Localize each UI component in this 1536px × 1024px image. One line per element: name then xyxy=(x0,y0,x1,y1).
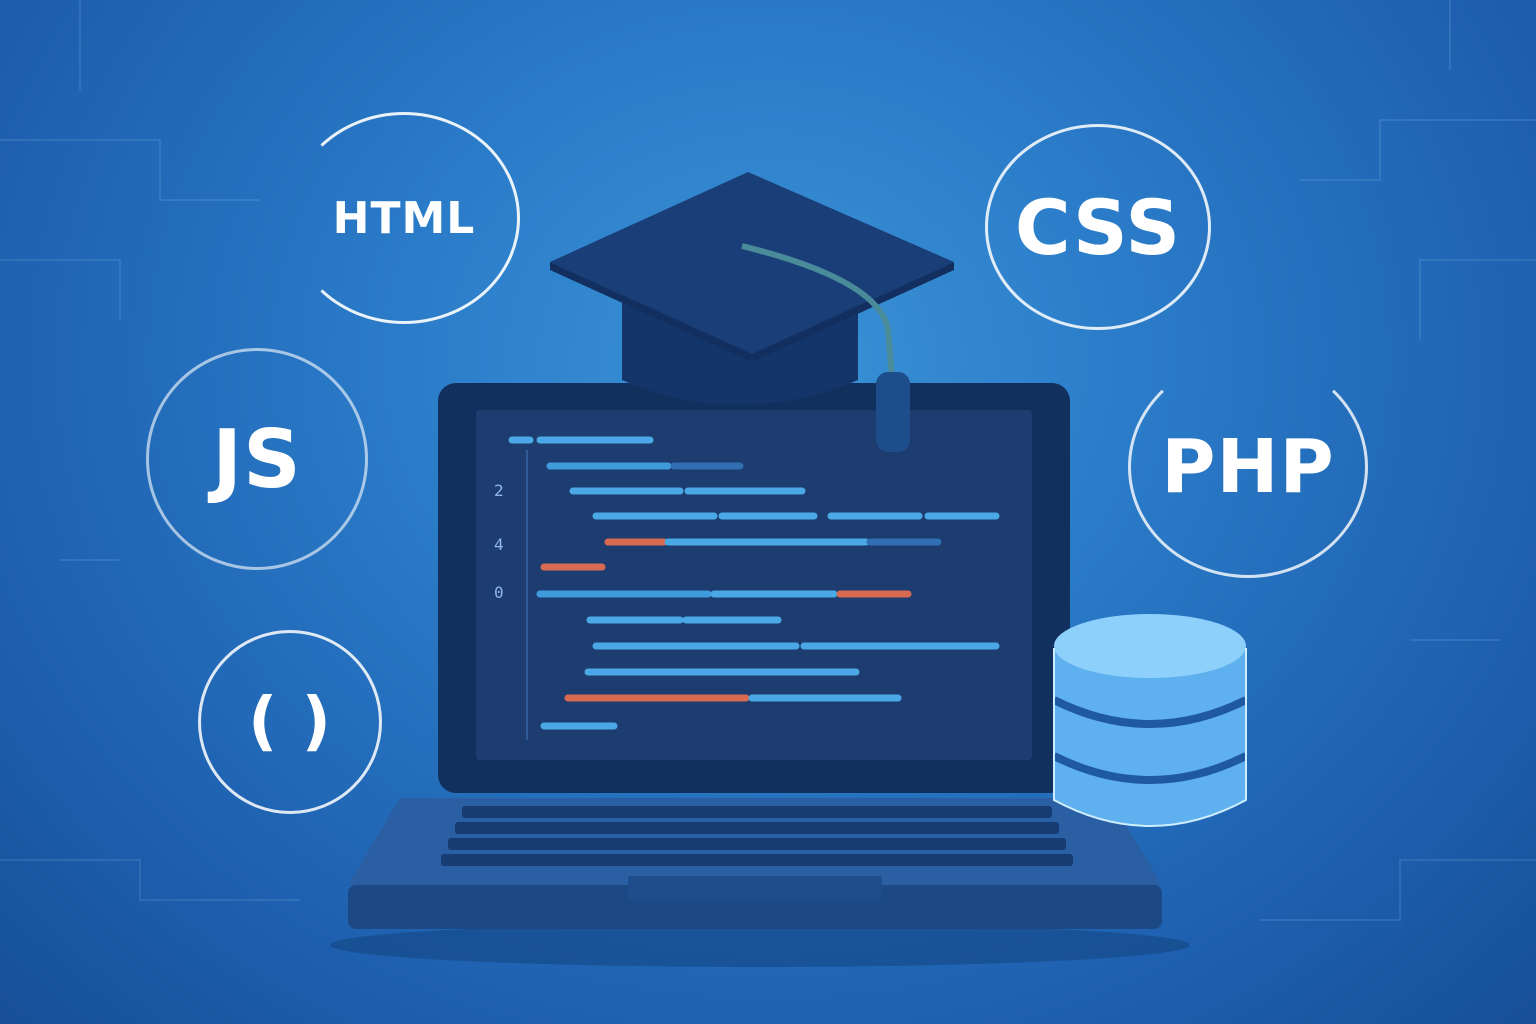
js-badge: JS xyxy=(146,348,368,570)
touchpad xyxy=(628,876,882,900)
css-badge: CSS xyxy=(985,124,1211,330)
php-badge: PHP xyxy=(1128,356,1368,578)
html-badge: HTML xyxy=(288,112,520,324)
css-label: CSS xyxy=(1014,182,1182,272)
braces-badge: ( ) xyxy=(198,630,382,814)
cap-board xyxy=(550,172,954,354)
database-icon xyxy=(1052,614,1248,827)
line-number: 0 xyxy=(494,583,504,602)
line-numbers: 2 4 0 xyxy=(494,481,504,602)
laptop-icon xyxy=(348,383,1162,929)
html-label: HTML xyxy=(332,192,476,244)
braces-label: ( ) xyxy=(248,685,332,759)
cap-tassel xyxy=(876,372,910,452)
line-number: 4 xyxy=(494,535,504,554)
db-top xyxy=(1054,614,1246,678)
php-label: PHP xyxy=(1161,424,1335,510)
line-number: 2 xyxy=(494,481,504,500)
js-label: JS xyxy=(212,412,302,506)
laptop-shadow xyxy=(330,923,1190,967)
